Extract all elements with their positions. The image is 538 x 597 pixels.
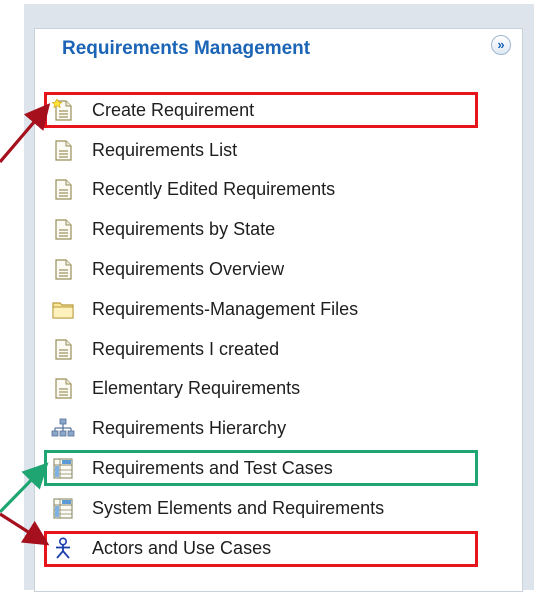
arrow-to-actors-use-cases xyxy=(0,512,50,546)
arrow-to-create-requirement xyxy=(0,103,51,164)
annotation-arrows xyxy=(0,103,51,546)
arrow-to-test-cases xyxy=(0,462,49,514)
